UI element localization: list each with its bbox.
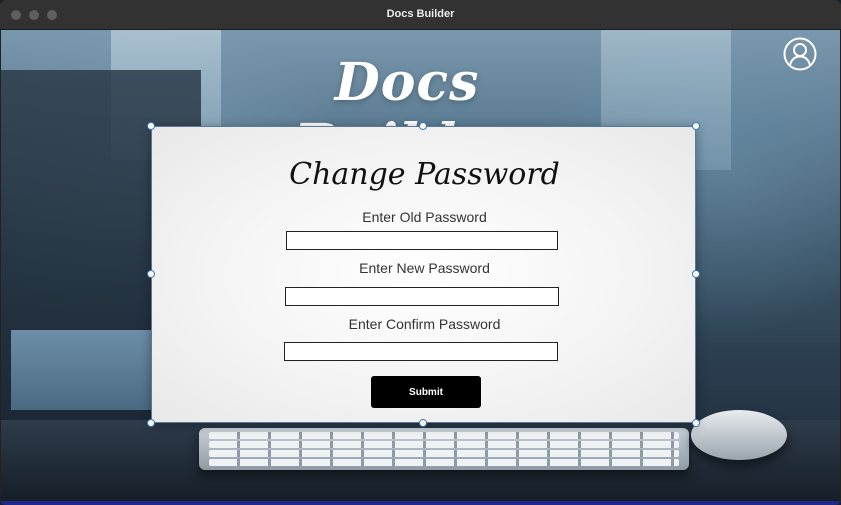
confirm-password-label: Enter Confirm Password <box>348 316 501 332</box>
window-bottom-border <box>0 501 841 505</box>
keyboard-row <box>209 450 679 457</box>
background-keyboard <box>199 428 689 470</box>
resize-handle-top-left[interactable] <box>147 122 155 130</box>
submit-button[interactable]: Submit <box>371 376 481 408</box>
user-icon[interactable] <box>783 37 817 71</box>
old-password-label: Enter Old Password <box>362 209 487 225</box>
keyboard-row <box>209 459 679 466</box>
background-mouse <box>691 410 787 460</box>
change-password-panel: Change Password Enter Old Password Enter… <box>151 126 696 423</box>
new-password-label: Enter New Password <box>359 260 490 276</box>
new-password-field[interactable] <box>285 287 559 306</box>
background-laptop <box>11 330 161 410</box>
resize-handle-bottom[interactable] <box>419 419 427 427</box>
keyboard-row <box>209 441 679 448</box>
resize-handle-bottom-left[interactable] <box>147 419 155 427</box>
confirm-password-field[interactable] <box>284 342 558 361</box>
resize-handle-bottom-right[interactable] <box>692 419 700 427</box>
old-password-field[interactable] <box>286 231 558 250</box>
resize-handle-left[interactable] <box>147 270 155 278</box>
resize-handle-right[interactable] <box>692 270 700 278</box>
title-bar: Docs Builder <box>0 0 841 30</box>
resize-handle-top-right[interactable] <box>692 122 700 130</box>
window-title: Docs Builder <box>386 8 455 20</box>
panel-title: Change Password <box>289 157 560 192</box>
keyboard-row <box>209 432 679 439</box>
app-window: Docs Builder Docs Builder Change Passwor… <box>0 0 841 505</box>
resize-handle-top[interactable] <box>419 122 427 130</box>
